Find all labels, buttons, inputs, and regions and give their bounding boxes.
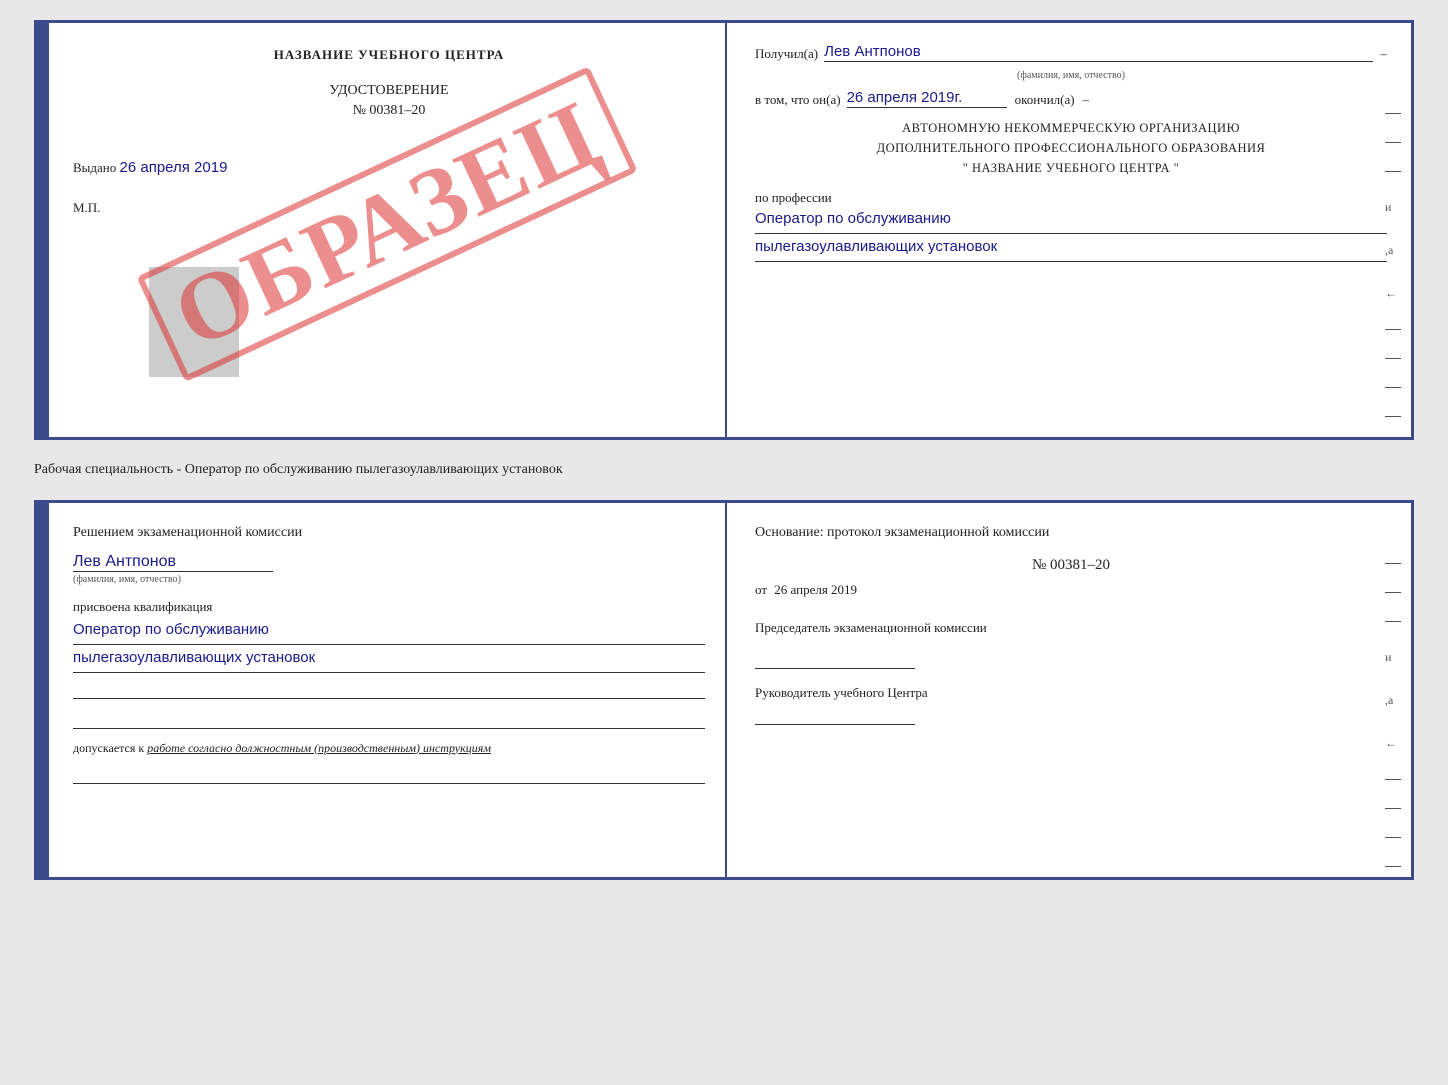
vydano-row: Выдано 26 апреля 2019 bbox=[73, 159, 705, 176]
blank-line-2 bbox=[73, 707, 705, 729]
top-cert-left-page: НАЗВАНИЕ УЧЕБНОГО ЦЕНТРА ОБРАЗЕЦ УДОСТОВ… bbox=[49, 23, 727, 437]
rb-dash-5 bbox=[1385, 808, 1401, 809]
org-line1: АВТОНОМНУЮ НЕКОММЕРЧЕСКУЮ ОРГАНИЗАЦИЮ bbox=[755, 118, 1387, 138]
vtom-row: в том, что он(а) 26 апреля 2019г. окончи… bbox=[755, 89, 1387, 108]
predsedatel-sign-line bbox=[755, 647, 915, 669]
r-dash-1 bbox=[1385, 113, 1401, 114]
bottom-left-page: Решением экзаменационной комиссии Лев Ан… bbox=[49, 503, 727, 877]
poluchil-label: Получил(а) bbox=[755, 46, 818, 62]
ot-date: 26 апреля 2019 bbox=[774, 582, 857, 597]
r-dash-4 bbox=[1385, 329, 1401, 330]
rb-label-arrow: ← bbox=[1385, 736, 1401, 751]
bottom-profession-line1: Оператор по обслуживанию bbox=[73, 621, 705, 645]
r-label-arrow: ← bbox=[1385, 286, 1401, 301]
r-dash-3 bbox=[1385, 171, 1401, 172]
bottom-name: Лев Антпонов bbox=[73, 553, 273, 572]
mp-label: М.П. bbox=[73, 200, 705, 216]
osnovanie-label: Основание: протокол экзаменационной коми… bbox=[755, 523, 1387, 543]
separator-text: Рабочая специальность - Оператор по обсл… bbox=[34, 452, 1414, 488]
poluchil-name: Лев Антпонов bbox=[824, 43, 1372, 62]
rb-dash-6 bbox=[1385, 837, 1401, 838]
okonchil-label: окончил(а) bbox=[1015, 92, 1075, 108]
top-certificate-book: НАЗВАНИЕ УЧЕБНОГО ЦЕНТРА ОБРАЗЕЦ УДОСТОВ… bbox=[34, 20, 1414, 440]
photo-placeholder bbox=[149, 267, 239, 377]
bottom-profession-line2: пылегазоулавливающих установок bbox=[73, 649, 705, 673]
predsedatel-label: Председатель экзаменационной комиссии bbox=[755, 618, 1387, 638]
profession-line2-top: пылегазоулавливающих установок bbox=[755, 238, 1387, 262]
bottom-certificate-book: Решением экзаменационной комиссии Лев Ан… bbox=[34, 500, 1414, 880]
cert-number: № 00381–20 bbox=[73, 103, 705, 119]
resheniem-label: Решением экзаменационной комиссии bbox=[73, 523, 705, 543]
r-dash-2 bbox=[1385, 142, 1401, 143]
r-label-i: и bbox=[1385, 200, 1401, 215]
prisvoena-label: присвоена квалификация bbox=[73, 599, 705, 615]
vtom-date: 26 апреля 2019г. bbox=[847, 89, 1007, 108]
document-container: НАЗВАНИЕ УЧЕБНОГО ЦЕНТРА ОБРАЗЕЦ УДОСТОВ… bbox=[34, 20, 1414, 880]
protocol-number: № 00381–20 bbox=[755, 557, 1387, 574]
r-label-a: ,а bbox=[1385, 243, 1401, 258]
vydano-label: Выдано bbox=[73, 160, 116, 175]
rukovoditel-label: Руководитель учебного Центра bbox=[755, 683, 1387, 703]
r-dash-7 bbox=[1385, 416, 1401, 417]
dash-right2: – bbox=[1083, 92, 1090, 108]
rb-dash-7 bbox=[1385, 866, 1401, 867]
profession-line1-top: Оператор по обслуживанию bbox=[755, 210, 1387, 234]
right-dashes-top: и ,а ← bbox=[1385, 113, 1401, 417]
org-block: АВТОНОМНУЮ НЕКОММЕРЧЕСКУЮ ОРГАНИЗАЦИЮ ДО… bbox=[755, 118, 1387, 178]
dash-right1: – bbox=[1381, 46, 1388, 62]
org-line2: ДОПОЛНИТЕЛЬНОГО ПРОФЕССИОНАЛЬНОГО ОБРАЗО… bbox=[755, 138, 1387, 158]
top-cert-right-page: Получил(а) Лев Антпонов – (фамилия, имя,… bbox=[727, 23, 1411, 437]
dopuskaetsya-label: допускается к bbox=[73, 741, 144, 755]
fio-subtext-top: (фамилия, имя, отчество) bbox=[755, 70, 1387, 81]
ot-label: от bbox=[755, 582, 767, 597]
ot-row: от 26 апреля 2019 bbox=[755, 582, 1387, 598]
rukovoditel-sign-line bbox=[755, 703, 915, 725]
dopuskaetsya-value: работе согласно должностным (производств… bbox=[147, 741, 491, 755]
r-dash-5 bbox=[1385, 358, 1401, 359]
udostoverenie-label: УДОСТОВЕРЕНИЕ bbox=[73, 83, 705, 99]
profession-label-top: по профессии bbox=[755, 190, 1387, 206]
vydano-date: 26 апреля 2019 bbox=[120, 159, 228, 176]
blank-line-1 bbox=[73, 677, 705, 699]
rb-dash-4 bbox=[1385, 779, 1401, 780]
rb-label-i: и bbox=[1385, 650, 1401, 665]
rb-dash-3 bbox=[1385, 621, 1401, 622]
cert-school-title: НАЗВАНИЕ УЧЕБНОГО ЦЕНТРА bbox=[73, 47, 705, 63]
book-spine-bottom bbox=[37, 503, 49, 877]
blank-line-3 bbox=[73, 762, 705, 784]
right-dashes-bottom: и ,а ← bbox=[1385, 563, 1401, 867]
dopuskaetsya-row: допускается к работе согласно должностны… bbox=[73, 741, 705, 756]
org-line3: " НАЗВАНИЕ УЧЕБНОГО ЦЕНТРА " bbox=[755, 158, 1387, 178]
rb-dash-1 bbox=[1385, 563, 1401, 564]
rb-label-a: ,а bbox=[1385, 693, 1401, 708]
vtom-label: в том, что он(а) bbox=[755, 92, 841, 108]
bottom-fio-subtext: (фамилия, имя, отчество) bbox=[73, 574, 705, 585]
r-dash-6 bbox=[1385, 387, 1401, 388]
bottom-right-page: Основание: протокол экзаменационной коми… bbox=[727, 503, 1411, 877]
poluchil-row: Получил(а) Лев Антпонов – bbox=[755, 43, 1387, 62]
book-spine-top bbox=[37, 23, 49, 437]
rb-dash-2 bbox=[1385, 592, 1401, 593]
